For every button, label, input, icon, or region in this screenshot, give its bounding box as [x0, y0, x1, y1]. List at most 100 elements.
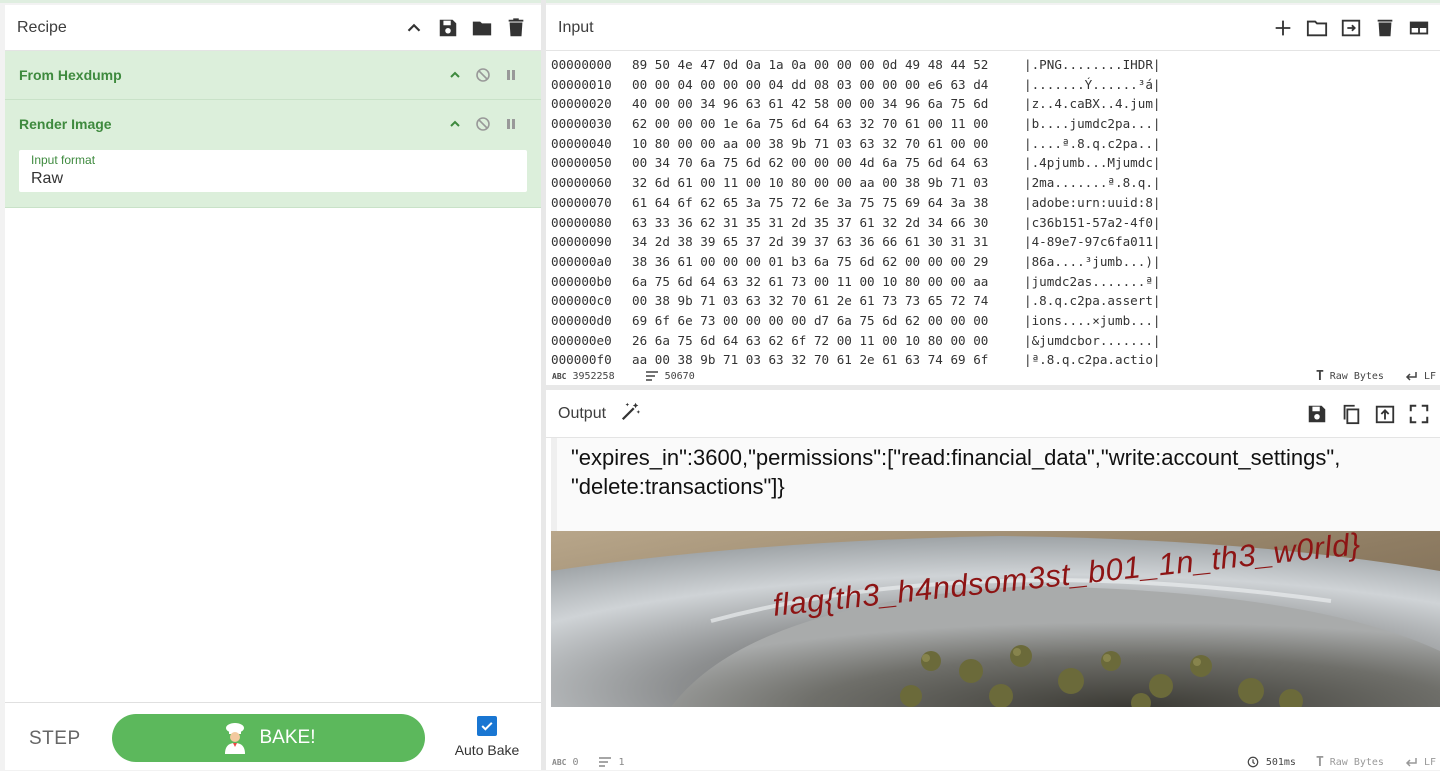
hex-offset: 000000f0	[551, 352, 612, 367]
trash-icon[interactable]	[505, 17, 527, 39]
top-accent-line	[0, 0, 1440, 3]
hex-offset: 000000a0	[551, 253, 612, 269]
hex-bytes: 40 00 00 34 96 63 61 42 58 00 00 34 96 6…	[632, 96, 989, 112]
image-screenshot-region: "expires_in":3600,"permissions":["read:f…	[551, 438, 1440, 531]
operation-render-image[interactable]: Render Image Input format Raw	[5, 100, 541, 208]
hex-bytes: 62 00 00 00 1e 6a 75 6d 64 63 32 70 61 0…	[632, 116, 989, 132]
folder-icon[interactable]	[471, 17, 493, 39]
bake-button[interactable]: BAKE!	[112, 714, 425, 762]
length-icon: ABC	[552, 371, 567, 381]
hexdump-row: 000000e0 26 6a 75 6d 64 63 62 6f 72 00 11…	[551, 331, 1436, 351]
hex-ascii: |4-89e7-97c6fa011|	[1024, 234, 1161, 250]
chevron-up-icon[interactable]	[403, 17, 425, 39]
lines-icon	[599, 757, 612, 767]
length-icon: ABC	[552, 757, 567, 767]
hex-ascii: |c36b151-57a2-4f0|	[1024, 214, 1161, 230]
replace-input-icon[interactable]	[1374, 403, 1396, 425]
lines-icon	[645, 371, 658, 381]
hexdump-row: 00000060 32 6d 61 00 11 00 10 80 00 00 aa…	[551, 173, 1436, 193]
hexdump-row: 00000080 63 33 36 62 31 35 31 2d 35 37 61…	[551, 213, 1436, 233]
text-encoding-icon: T	[1315, 368, 1324, 384]
layout-icon[interactable]	[1408, 17, 1430, 39]
open-folder-icon[interactable]	[1306, 17, 1328, 39]
hex-bytes: 89 50 4e 47 0d 0a 1a 0a 00 00 00 0d 49 4…	[632, 57, 989, 72]
operation-name: Render Image	[19, 116, 112, 132]
hex-offset: 00000050	[551, 155, 612, 171]
hexdump-row: 000000d0 69 6f 6e 73 00 00 00 00 d7 6a 75…	[551, 311, 1436, 331]
hex-bytes: 6a 75 6d 64 63 32 61 73 00 11 00 10 80 0…	[632, 273, 989, 289]
hexdump-row: 00000070 61 64 6f 62 65 3a 75 72 6e 3a 75…	[551, 193, 1436, 213]
bake-label: BAKE!	[259, 727, 316, 748]
hex-ascii: |ª.8.q.c2pa.actio|	[1024, 352, 1161, 367]
input-eol[interactable]: LF	[1404, 370, 1436, 382]
recipe-title: Recipe	[17, 18, 67, 36]
hex-ascii: |adobe:urn:uuid:8|	[1024, 194, 1161, 210]
chevron-up-icon[interactable]	[447, 116, 463, 132]
clock-icon	[1247, 756, 1259, 768]
output-eol[interactable]: LF	[1404, 756, 1436, 768]
output-length: 0	[572, 756, 579, 768]
output-encoding[interactable]: T Raw Bytes	[1316, 755, 1384, 770]
return-icon	[1405, 758, 1417, 767]
hex-bytes: 26 6a 75 6d 64 63 62 6f 72 00 11 00 10 8…	[632, 332, 989, 348]
chevron-up-icon[interactable]	[447, 67, 463, 83]
pause-icon[interactable]	[503, 67, 519, 83]
rendered-image: "expires_in":3600,"permissions":["read:f…	[551, 438, 1440, 707]
hex-offset: 00000040	[551, 135, 612, 151]
text-encoding-icon: T	[1315, 754, 1324, 770]
input-encoding[interactable]: T Raw Bytes	[1316, 369, 1384, 384]
auto-bake-label: Auto Bake	[454, 742, 520, 758]
hexdump-row: 00000050 00 34 70 6a 75 6d 62 00 00 00 4d…	[551, 153, 1436, 173]
hexdump-row: 000000c0 00 38 9b 71 03 63 32 70 61 2e 61…	[551, 291, 1436, 311]
magic-wand-icon[interactable]	[620, 400, 642, 427]
hex-offset: 000000c0	[551, 293, 612, 309]
hex-bytes: aa 00 38 9b 71 03 63 32 70 61 2e 61 63 7…	[632, 352, 989, 367]
output-header: Output	[546, 390, 1440, 438]
image-text-line: "expires_in":3600,"permissions":["read:f…	[571, 445, 1341, 470]
input-format-value: Raw	[31, 170, 64, 187]
hex-bytes: 38 36 61 00 00 00 01 b3 6a 75 6d 62 00 0…	[632, 253, 989, 269]
hexdump-row: 00000010 00 00 04 00 00 00 04 dd 08 03 00…	[551, 75, 1436, 95]
hex-offset: 00000020	[551, 96, 612, 112]
input-textarea[interactable]: 00000000 89 50 4e 47 0d 0a 1a 0a 00 00 00…	[551, 55, 1436, 367]
input-title: Input	[558, 18, 594, 36]
hex-offset: 000000e0	[551, 332, 612, 348]
auto-bake-toggle[interactable]: Auto Bake	[445, 715, 529, 760]
input-header: Input	[546, 5, 1440, 51]
hexdump-row: 000000a0 38 36 61 00 00 00 01 b3 6a 75 6d…	[551, 252, 1436, 272]
image-text-line: "delete:transactions"]}	[571, 474, 785, 499]
save-icon[interactable]	[437, 17, 459, 39]
open-file-icon[interactable]	[1340, 17, 1362, 39]
input-length: 3952258	[572, 370, 615, 382]
hex-ascii: |.4pjumb...Mjumdc|	[1024, 155, 1161, 171]
clear-input-icon[interactable]	[1374, 17, 1396, 39]
bake-controls: STEP BAKE! Auto Bake	[5, 702, 541, 770]
recipe-header: Recipe	[5, 5, 541, 51]
hex-bytes: 34 2d 38 39 65 37 2d 39 37 63 36 66 61 3…	[632, 234, 989, 250]
input-format-select[interactable]: Input format Raw	[19, 150, 527, 192]
hex-ascii: |....ª.8.q.c2pa..|	[1024, 135, 1161, 151]
add-tab-icon[interactable]	[1272, 17, 1294, 39]
disable-icon[interactable]	[475, 116, 491, 132]
output-lines: 1	[618, 756, 625, 768]
hex-offset: 00000010	[551, 76, 612, 92]
maximize-icon[interactable]	[1408, 403, 1430, 425]
copy-icon[interactable]	[1340, 403, 1362, 425]
hexdump-row: 00000040 10 80 00 00 aa 00 38 9b 71 03 63…	[551, 134, 1436, 154]
pause-icon[interactable]	[503, 116, 519, 132]
return-icon	[1405, 372, 1417, 381]
hex-bytes: 00 34 70 6a 75 6d 62 00 00 00 4d 6a 75 6…	[632, 155, 989, 171]
save-output-icon[interactable]	[1306, 403, 1328, 425]
hex-ascii: |.PNG........IHDR|	[1024, 57, 1161, 72]
operation-from-hexdump[interactable]: From Hexdump	[5, 51, 541, 100]
hex-bytes: 69 6f 6e 73 00 00 00 00 d7 6a 75 6d 62 0…	[632, 312, 989, 328]
input-status-bar: ABC 3952258 50670 T Raw Bytes LF	[546, 367, 1440, 385]
step-button[interactable]: STEP	[29, 728, 81, 750]
hex-ascii: |b....jumdc2pa...|	[1024, 116, 1161, 132]
bake-time: 501ms	[1246, 756, 1296, 768]
disable-icon[interactable]	[475, 67, 491, 83]
input-format-label: Input format	[31, 153, 96, 167]
hex-offset: 00000070	[551, 194, 612, 210]
checkbox-checked-icon[interactable]	[477, 716, 497, 736]
hexdump-row: 00000020 40 00 00 34 96 63 61 42 58 00 00…	[551, 94, 1436, 114]
